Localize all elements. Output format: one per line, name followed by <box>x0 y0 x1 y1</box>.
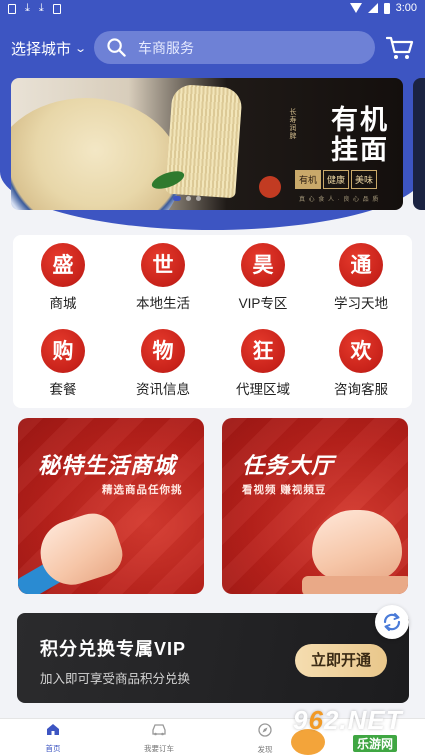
vip-promo-bar[interactable]: 积分兑换专属VIP 加入即可享受商品积分兑换 立即开通 <box>17 613 409 703</box>
carousel-dot-active[interactable] <box>173 196 181 201</box>
banner-tag: 美味 <box>351 170 378 189</box>
carousel-indicator <box>173 196 201 201</box>
promo-card-life-mall[interactable]: 秘特生活商城 精选商品任你挑 <box>18 418 204 594</box>
watermark-main-text: 962.NET <box>293 705 403 735</box>
next-banner-peek[interactable] <box>413 78 425 210</box>
car-icon <box>152 724 166 736</box>
banner-product-label: 长寿润脾 有机 挂面 有机 健康 美味 真 心 食 人 · 良 心 品 质 <box>279 106 399 206</box>
promo-banner[interactable]: 长寿润脾 有机 挂面 有机 健康 美味 真 心 食 人 · 良 心 品 质 <box>11 78 403 210</box>
site-watermark: 962.NET 乐游网 <box>285 703 425 755</box>
menu-item-agent-area[interactable]: 狂 代理区域 <box>217 329 309 398</box>
download-icon: ⤓ <box>25 2 30 14</box>
promo-title: 任务大厅 <box>242 453 335 478</box>
menu-item-label: VIP专区 <box>238 296 288 311</box>
menu-item-label: 商城 <box>49 296 77 311</box>
tab-order-car[interactable]: 我要订车 <box>119 723 199 754</box>
promo-subtitle: 精选商品任你挑 <box>102 484 183 496</box>
wifi-icon <box>349 3 362 13</box>
tab-label: 首页 <box>45 744 61 753</box>
agent-area-icon: 狂 <box>241 329 288 375</box>
menu-item-package[interactable]: 购 套餐 <box>17 329 109 398</box>
menu-item-label: 咨询客服 <box>334 382 388 397</box>
notification-icon <box>8 3 16 14</box>
refresh-button[interactable] <box>375 605 409 639</box>
menu-item-mall[interactable]: 盛 商城 <box>17 243 109 312</box>
menu-item-label: 资讯信息 <box>136 382 190 397</box>
carousel-dot[interactable] <box>186 196 191 201</box>
promo-subtitle: 看视频 赚视频豆 <box>242 484 327 496</box>
menu-item-vip-zone[interactable]: 昊 VIP专区 <box>217 243 309 312</box>
app-notification-icon <box>52 3 61 14</box>
menu-item-learning[interactable]: 通 学习天地 <box>315 243 407 312</box>
learning-icon: 通 <box>339 243 386 289</box>
banner-tag: 健康 <box>323 170 350 189</box>
menu-item-label: 套餐 <box>49 382 77 397</box>
menu-item-news[interactable]: 物 资讯信息 <box>117 329 209 398</box>
vip-title: 积分兑换专属VIP <box>40 639 187 659</box>
status-bar: ⤓ ⤓ 3:00 <box>0 0 425 18</box>
menu-item-customer-service[interactable]: 欢 咨询客服 <box>315 329 407 398</box>
watermark-sub-text: 乐游网 <box>353 735 398 752</box>
tomato-image <box>259 176 281 198</box>
promo-card-task-hall[interactable]: 任务大厅 看视频 赚视频豆 <box>222 418 408 594</box>
heart-hands-image <box>312 510 402 580</box>
banner-tags: 有机 健康 美味 <box>295 170 378 189</box>
noodle-bowl-image <box>11 98 181 210</box>
vip-subtitle: 加入即可享受商品积分兑换 <box>40 672 191 686</box>
banner-tag: 有机 <box>295 170 322 189</box>
vip-open-button[interactable]: 立即开通 <box>295 644 387 677</box>
banner-footer-text: 真 心 食 人 · 良 心 品 质 <box>299 197 380 203</box>
city-selector[interactable]: 选择城市 ⌄ <box>11 38 88 59</box>
vip-zone-icon: 昊 <box>241 243 288 289</box>
mall-icon: 盛 <box>41 243 88 289</box>
menu-item-label: 本地生活 <box>136 296 190 311</box>
search-bar[interactable]: 车商服务 <box>94 31 375 64</box>
battery-icon <box>383 2 390 14</box>
menu-item-label: 代理区域 <box>236 382 290 397</box>
home-icon <box>47 724 59 735</box>
search-icon <box>107 38 126 57</box>
feature-menu: 盛 商城 世 本地生活 昊 VIP专区 通 学习天地 购 套餐 物 资讯信息 狂… <box>13 235 412 408</box>
package-icon: 购 <box>41 329 88 375</box>
banner-title: 有机 挂面 <box>331 105 389 166</box>
signal-icon <box>367 3 378 13</box>
news-icon: 物 <box>141 329 188 375</box>
carousel-dot[interactable] <box>196 196 201 201</box>
banner-side-text: 长寿润脾 <box>289 108 296 140</box>
menu-item-local-life[interactable]: 世 本地生活 <box>117 243 209 312</box>
cart-button[interactable] <box>385 35 414 61</box>
customer-service-icon: 欢 <box>339 329 386 375</box>
chevron-down-icon: ⌄ <box>74 43 88 55</box>
compass-icon <box>258 723 272 737</box>
city-label: 选择城市 <box>11 41 72 58</box>
search-placeholder: 车商服务 <box>138 39 194 56</box>
cart-icon <box>385 36 414 59</box>
promo-title: 秘特生活商城 <box>38 453 177 478</box>
wrist-image <box>302 576 408 594</box>
download-icon: ⤓ <box>38 2 44 14</box>
tab-home[interactable]: 首页 <box>13 723 93 754</box>
local-life-icon: 世 <box>141 243 188 289</box>
status-time: 3:00 <box>395 2 417 14</box>
refresh-icon <box>383 613 401 631</box>
tab-label: 我要订车 <box>144 744 174 753</box>
menu-item-label: 学习天地 <box>334 296 388 311</box>
